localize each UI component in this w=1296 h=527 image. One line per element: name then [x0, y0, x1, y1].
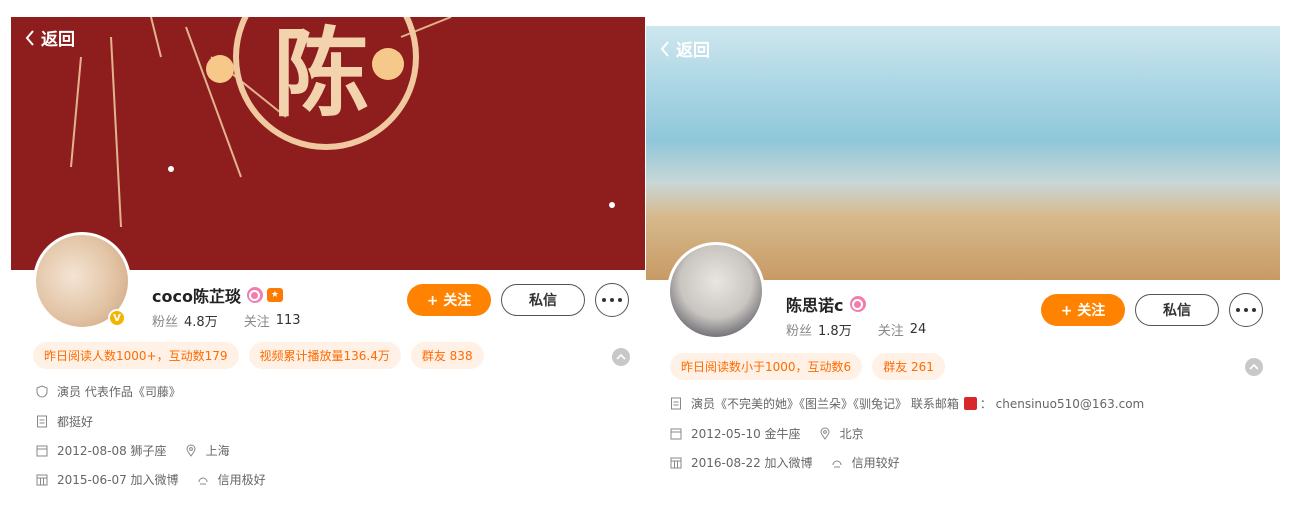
- banner-character: 陈: [273, 18, 369, 130]
- following-count[interactable]: 113: [276, 313, 301, 328]
- credit-icon: [832, 460, 842, 468]
- user-name: 陈思诺c: [786, 296, 844, 315]
- dot-icon: [1236, 308, 1240, 312]
- crown-badge-icon[interactable]: ★: [266, 288, 283, 302]
- collapse-toggle[interactable]: [1245, 358, 1263, 376]
- cover-banner: 陈 返回: [11, 17, 645, 270]
- bio-text: 都挺好: [57, 415, 94, 429]
- back-label: 返回: [41, 30, 75, 50]
- stats-row: 粉丝 4.8万 关注 113: [152, 311, 327, 330]
- user-name: coco陈芷琰: [152, 287, 241, 306]
- tag-reads[interactable]: 昨日阅读数小于1000，互动数6: [670, 353, 863, 380]
- fans-label[interactable]: 粉丝: [786, 320, 812, 339]
- dot-icon: [610, 298, 614, 302]
- back-label: 返回: [676, 41, 710, 61]
- email-text[interactable]: ： chensinuo510@163.com: [980, 395, 1144, 412]
- document-icon: [37, 415, 47, 428]
- location-pin-icon: [186, 444, 196, 457]
- fans-count[interactable]: 1.8万: [818, 320, 852, 339]
- info-joined-credit: 2015-06-07 加入微博 信用极好: [36, 471, 266, 488]
- message-button[interactable]: 私信: [501, 284, 585, 316]
- tag-group-fans[interactable]: 群友 838: [410, 342, 484, 369]
- credit-text: 信用较好: [851, 456, 900, 470]
- calendar-icon: [36, 445, 48, 457]
- joined-text: 2015-06-07 加入微博: [57, 473, 179, 487]
- calendar-grid-icon: [36, 474, 48, 486]
- info-birthday-location: 2012-05-10 金牛座 北京: [670, 425, 864, 442]
- calendar-icon: [670, 428, 682, 440]
- joined-text: 2016-08-22 加入微博: [691, 456, 813, 470]
- avatar[interactable]: [667, 242, 765, 340]
- profession-text: 演员 代表作品《司藤》: [57, 385, 181, 399]
- birthday-text: 2012-05-10 金牛座: [691, 427, 801, 441]
- location-text: 上海: [205, 444, 230, 458]
- info-joined-credit: 2016-08-22 加入微博 信用较好: [670, 454, 900, 471]
- stats-row: 粉丝 1.8万 关注 24: [786, 320, 952, 339]
- dot-icon: [1244, 308, 1248, 312]
- following-count[interactable]: 24: [910, 322, 927, 337]
- member-badge-icon[interactable]: [849, 296, 866, 312]
- shield-icon: [36, 385, 48, 398]
- name-row: coco陈芷琰 ★: [152, 283, 283, 307]
- follow-button[interactable]: + 关注: [1041, 294, 1125, 326]
- tag-list: 昨日阅读数小于1000，互动数6 群友 261: [670, 353, 955, 380]
- following-label[interactable]: 关注: [878, 320, 904, 339]
- location-text: 北京: [839, 427, 864, 441]
- more-button[interactable]: [595, 283, 629, 317]
- tag-video-plays[interactable]: 视频累计播放量136.4万: [248, 342, 401, 369]
- message-button[interactable]: 私信: [1135, 294, 1219, 326]
- chevron-left-icon: [660, 40, 669, 57]
- mailbox-icon: [963, 397, 977, 410]
- info-profession: 演员 代表作品《司藤》: [36, 383, 181, 400]
- dot-icon: [618, 298, 622, 302]
- verified-badge-icon: V: [108, 309, 126, 327]
- info-bio: 演员《不完美的她》《图兰朵》《驯兔记》 联系邮箱 ： chensinuo510@…: [670, 395, 1144, 412]
- profile-card-right: 返回 陈思诺c 粉丝 1.8万 关注 24 + 关注 私信 昨日阅读数小于100…: [646, 26, 1280, 516]
- back-button[interactable]: 返回: [25, 25, 75, 50]
- location-pin-icon: [820, 427, 830, 440]
- banner-decoration: 陈: [70, 17, 615, 228]
- bio-text: 演员《不完美的她》《图兰朵》《驯兔记》 联系邮箱: [691, 397, 959, 411]
- tag-list: 昨日阅读人数1000+，互动数179 视频累计播放量136.4万 群友 838: [33, 342, 494, 369]
- more-button[interactable]: [1229, 293, 1263, 327]
- member-badge-icon[interactable]: [246, 287, 263, 303]
- collapse-toggle[interactable]: [612, 348, 630, 366]
- credit-text: 信用极好: [217, 473, 266, 487]
- chevron-up-icon: [616, 353, 626, 360]
- dot-icon: [602, 298, 606, 302]
- document-icon: [671, 397, 681, 410]
- dot-icon: [1252, 308, 1256, 312]
- fans-label[interactable]: 粉丝: [152, 311, 178, 330]
- name-row: 陈思诺c: [786, 292, 866, 316]
- calendar-grid-icon: [670, 457, 682, 469]
- back-button[interactable]: 返回: [660, 36, 710, 61]
- credit-icon: [198, 477, 208, 485]
- fans-count[interactable]: 4.8万: [184, 311, 218, 330]
- birthday-text: 2012-08-08 狮子座: [57, 444, 167, 458]
- profile-card-left: 陈 返回 V coco陈芷琰 ★ 粉丝 4.8万 关注 113 + 关注 私信 …: [11, 17, 645, 517]
- chevron-up-icon: [1249, 363, 1259, 370]
- tag-reads[interactable]: 昨日阅读人数1000+，互动数179: [33, 342, 239, 369]
- info-birthday-location: 2012-08-08 狮子座 上海: [36, 442, 230, 459]
- cover-banner: 返回: [646, 26, 1280, 280]
- following-label[interactable]: 关注: [244, 311, 270, 330]
- follow-button[interactable]: + 关注: [407, 284, 491, 316]
- chevron-left-icon: [25, 29, 34, 46]
- tag-group-fans[interactable]: 群友 261: [872, 353, 945, 380]
- info-bio: 都挺好: [36, 413, 93, 430]
